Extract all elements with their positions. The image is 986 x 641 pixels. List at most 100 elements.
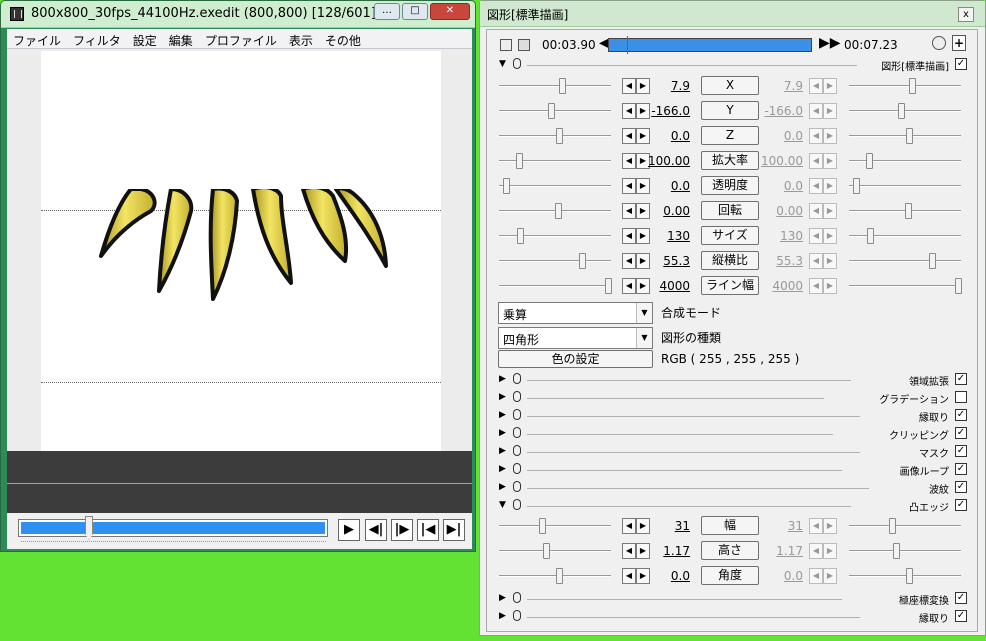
end-arrows[interactable]: ◀ ▶ [809,153,837,169]
slider-knob[interactable] [906,128,913,144]
end-value[interactable]: 0.0 [743,129,803,143]
decrement-icon[interactable]: ◀ [809,153,823,169]
start-value[interactable]: 0.0 [630,129,690,143]
preview-title-bar[interactable]: 800x800_30fps_44100Hz.exedit (800,800) [… [1,1,475,28]
end-slider[interactable] [849,518,961,534]
close-button[interactable]: ✕ [430,3,470,20]
filter-enable-checkbox[interactable]: ✓ [955,592,967,604]
frame-icon[interactable] [518,39,530,51]
end-value[interactable]: -166.0 [743,104,803,118]
add-filter-button[interactable]: + [952,35,966,51]
expand-triangle-icon[interactable]: ▶ [499,374,506,384]
filter-enable-checkbox[interactable] [955,391,967,403]
start-value[interactable]: 7.9 [630,79,690,93]
expand-triangle-icon[interactable]: ▶ [499,482,506,492]
start-slider[interactable] [499,278,612,294]
start-value[interactable]: 31 [630,519,690,533]
end-slider[interactable] [849,153,961,169]
decrement-icon[interactable]: ◀ [809,228,823,244]
settings-close-button[interactable]: x [958,7,974,22]
maximize-button[interactable]: □ [402,3,428,20]
expand-triangle-icon[interactable]: ▶ [499,392,506,402]
slider-knob[interactable] [893,543,900,559]
menu-settings[interactable]: 設定 [133,29,157,49]
expand-triangle-icon[interactable]: ▶ [499,611,506,621]
end-arrows[interactable]: ◀ ▶ [809,568,837,584]
end-arrows[interactable]: ◀ ▶ [809,228,837,244]
blend-mode-select[interactable]: 乗算 ▼ [498,302,653,324]
start-value[interactable]: -166.0 [630,104,690,118]
filter-enable-checkbox[interactable]: ✓ [955,463,967,475]
start-slider[interactable] [499,153,611,169]
end-arrows[interactable]: ◀ ▶ [809,128,837,144]
menu-view[interactable]: 表示 [289,29,313,49]
object-enable-checkbox[interactable]: ✓ [955,58,967,70]
menu-profile[interactable]: プロファイル [205,29,277,49]
end-arrows[interactable]: ◀ ▶ [809,178,837,194]
decrement-icon[interactable]: ◀ [809,178,823,194]
play-button[interactable]: ▶ [338,519,360,541]
start-value[interactable]: 55.3 [630,254,690,268]
menu-edit[interactable]: 編集 [169,29,193,49]
start-value[interactable]: 4000 [630,279,690,293]
slider-knob[interactable] [543,543,550,559]
end-slider[interactable] [849,568,961,584]
slider-knob[interactable] [539,518,546,534]
slider-knob[interactable] [853,178,860,194]
end-value[interactable]: 100.00 [743,154,803,168]
minimize-button[interactable]: … [374,3,400,20]
end-slider[interactable] [849,253,961,269]
end-value[interactable]: 4000 [743,279,803,293]
slider-knob[interactable] [559,78,566,94]
increment-icon[interactable]: ▶ [823,203,837,219]
end-arrows[interactable]: ◀ ▶ [809,103,837,119]
slider-knob[interactable] [517,228,524,244]
end-value[interactable]: 0.00 [743,204,803,218]
increment-icon[interactable]: ▶ [823,568,837,584]
end-value[interactable]: 55.3 [743,254,803,268]
prev-frame-button[interactable]: ◀| [365,519,387,541]
filter-enable-checkbox[interactable]: ✓ [955,499,967,511]
end-slider[interactable] [849,228,961,244]
filter-enable-checkbox[interactable]: ✓ [955,610,967,622]
filter-enable-checkbox[interactable]: ✓ [955,409,967,421]
increment-icon[interactable]: ▶ [823,228,837,244]
start-slider[interactable] [499,103,611,119]
start-slider[interactable] [499,253,611,269]
decrement-icon[interactable]: ◀ [809,103,823,119]
end-slider[interactable] [849,103,961,119]
end-value[interactable]: 31 [743,519,803,533]
end-value[interactable]: 7.9 [743,79,803,93]
slider-knob[interactable] [889,518,896,534]
end-arrows[interactable]: ◀ ▶ [809,518,837,534]
expand-triangle-icon[interactable]: ▶ [499,464,506,474]
start-slider[interactable] [499,543,611,559]
slider-knob[interactable] [516,153,523,169]
end-arrows[interactable]: ◀ ▶ [809,253,837,269]
start-value[interactable]: 0.0 [630,569,690,583]
end-slider[interactable] [849,128,961,144]
slider-knob[interactable] [548,103,555,119]
shape-type-select[interactable]: 四角形 ▼ [498,327,653,349]
expand-triangle-icon[interactable]: ▶ [499,428,506,438]
next-frame-button[interactable]: |▶ [391,519,413,541]
collapse-triangle-icon[interactable]: ▼ [499,59,506,69]
camera-icon[interactable] [500,39,512,51]
expand-triangle-icon[interactable]: ▶ [499,593,506,603]
end-arrows[interactable]: ◀ ▶ [809,203,837,219]
last-frame-button[interactable]: ▶| [443,519,465,541]
slider-knob[interactable] [909,78,916,94]
menu-other[interactable]: その他 [325,29,361,49]
decrement-icon[interactable]: ◀ [809,518,823,534]
color-settings-button[interactable]: 色の設定 [498,350,653,368]
slider-knob[interactable] [898,103,905,119]
start-value[interactable]: 100.00 [630,154,690,168]
decrement-icon[interactable]: ◀ [809,253,823,269]
expand-triangle-icon[interactable]: ▶ [499,410,506,420]
slider-knob[interactable] [906,568,913,584]
object-timeline-bar[interactable] [608,36,812,54]
increment-icon[interactable]: ▶ [823,278,837,294]
start-slider[interactable] [499,178,611,194]
end-slider[interactable] [849,78,961,94]
end-slider[interactable] [849,178,961,194]
